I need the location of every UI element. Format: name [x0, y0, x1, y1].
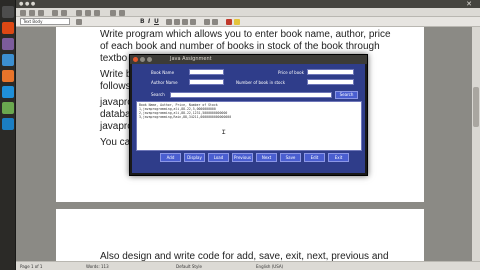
font-name-select[interactable] [76, 19, 82, 25]
page-style: Default Style [176, 264, 202, 269]
document-line: You ca [100, 137, 131, 148]
maximize-icon[interactable] [147, 57, 152, 62]
record-line: 3,javaprogramming,Rain,88,34211,00000000… [139, 115, 232, 119]
paragraph-style-select[interactable]: Text Body [20, 18, 70, 25]
dialog-titlebar: Java Assignment [130, 55, 367, 64]
open-icon[interactable] [29, 10, 35, 16]
unity-launcher [0, 0, 16, 270]
bullets-icon[interactable] [212, 19, 218, 25]
price-label: Price of book [278, 70, 304, 75]
align-right-icon[interactable] [182, 19, 188, 25]
add-button[interactable]: Add [160, 153, 181, 162]
print-icon[interactable] [52, 10, 58, 16]
document-page[interactable]: Also design and write code for add, save… [56, 209, 424, 269]
language: English (USA) [256, 264, 284, 269]
bold-icon[interactable]: B [140, 18, 145, 26]
window-controls-icon[interactable]: ● ● ● [19, 1, 35, 7]
search-input[interactable] [170, 92, 332, 98]
document-line: of each book and number of books in stoc… [100, 41, 380, 52]
document-line: javapro [100, 97, 133, 108]
price-field[interactable] [307, 69, 354, 75]
dialog-title: Java Assignment [170, 56, 212, 62]
document-line: follows [100, 81, 131, 92]
previous-button[interactable]: Previous [232, 153, 253, 162]
preview-icon[interactable] [61, 10, 67, 16]
calc-icon[interactable] [2, 102, 14, 114]
page-indicator: Page 1 of 1 [20, 264, 43, 269]
scroll-thumb[interactable] [473, 87, 479, 127]
numbering-icon[interactable] [204, 19, 210, 25]
author-field[interactable] [189, 79, 224, 85]
text-cursor-icon: Ɪ [222, 129, 226, 136]
cut-icon[interactable] [76, 10, 82, 16]
document-line: Write b [100, 69, 132, 80]
justify-icon[interactable] [190, 19, 196, 25]
close-icon[interactable]: ✕ [466, 0, 472, 8]
vertical-scrollbar[interactable] [472, 27, 480, 261]
redo-icon[interactable] [119, 10, 125, 16]
undo-icon[interactable] [110, 10, 116, 16]
save-button[interactable]: Save [280, 153, 301, 162]
minimize-icon[interactable] [140, 57, 145, 62]
edit-button[interactable]: Edit [304, 153, 325, 162]
load-button[interactable]: Load [208, 153, 229, 162]
underline-icon[interactable]: U [154, 18, 159, 26]
records-textarea[interactable]: Book Name, Author, Price, Number of Stoc… [136, 101, 362, 151]
search-label: Search [151, 92, 165, 97]
dash-icon[interactable] [2, 6, 14, 18]
java-dialog: Java Assignment Book Name Price of book … [129, 54, 368, 176]
exit-button[interactable]: Exit [328, 153, 349, 162]
next-button[interactable]: Next [256, 153, 277, 162]
paste-icon[interactable] [94, 10, 100, 16]
formatting-toolbar: Text Body B I U [16, 17, 480, 27]
app-icon[interactable] [2, 118, 14, 130]
document-line: javapro [100, 121, 133, 132]
new-icon[interactable] [20, 10, 26, 16]
font-color-icon[interactable] [226, 19, 232, 25]
author-label: Author Name [151, 80, 178, 85]
italic-icon[interactable]: I [148, 18, 150, 26]
dialog-body: Book Name Price of book Author Name Numb… [132, 64, 365, 173]
writer-icon[interactable] [2, 86, 14, 98]
copy-icon[interactable] [85, 10, 91, 16]
display-button[interactable]: Display [184, 153, 205, 162]
align-center-icon[interactable] [174, 19, 180, 25]
document-line: textbo [100, 53, 128, 64]
word-count: Words: 113 [86, 264, 109, 269]
files-icon[interactable] [2, 22, 14, 34]
browser-icon[interactable] [2, 54, 14, 66]
window-titlebar: ● ● ● ✕ [16, 0, 480, 8]
book-name-field[interactable] [189, 69, 224, 75]
search-button[interactable]: Search [335, 91, 358, 99]
status-bar: Page 1 of 1 Words: 113 Default Style Eng… [16, 261, 480, 270]
close-icon[interactable] [133, 57, 138, 62]
align-left-icon[interactable] [166, 19, 172, 25]
document-line: Write program which allows you to enter … [100, 29, 391, 40]
app-icon[interactable] [2, 70, 14, 82]
highlight-icon[interactable] [234, 19, 240, 25]
stock-label: Number of book in stock [236, 80, 286, 85]
app-icon[interactable] [2, 38, 14, 50]
save-icon[interactable] [38, 10, 44, 16]
stock-field[interactable] [307, 79, 354, 85]
standard-toolbar [16, 8, 480, 17]
book-name-label: Book Name [151, 70, 175, 75]
document-line: databa [100, 109, 131, 120]
